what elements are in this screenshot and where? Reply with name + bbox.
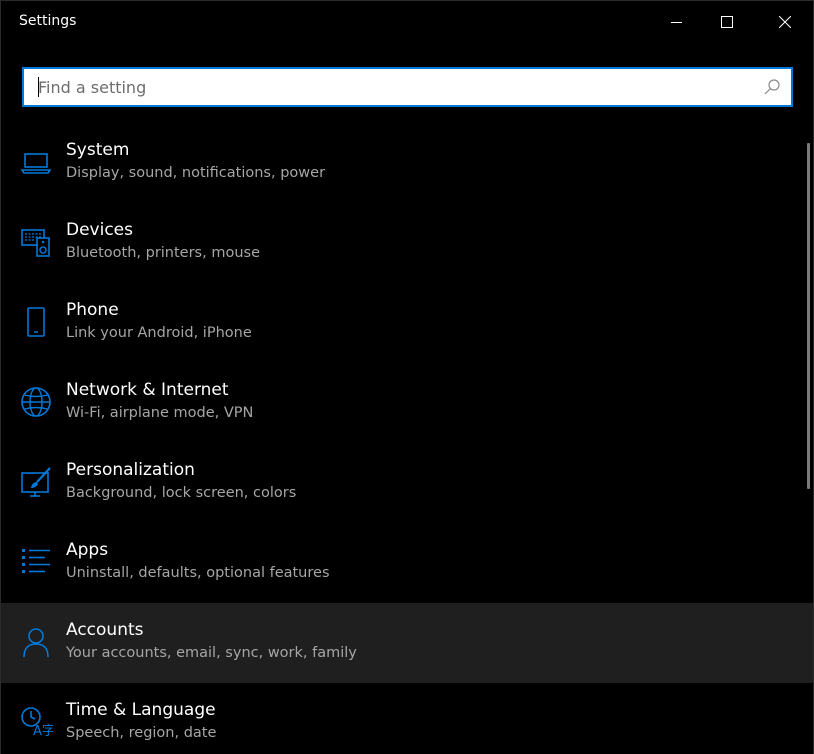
title-bar[interactable]: Settings bbox=[1, 1, 813, 43]
category-description: Link your Android, iPhone bbox=[66, 325, 252, 341]
category-system[interactable]: System Display, sound, notifications, po… bbox=[1, 123, 813, 203]
svg-text:A字: A字 bbox=[33, 724, 53, 739]
search-icon[interactable] bbox=[763, 78, 781, 96]
category-name: Time & Language bbox=[66, 700, 216, 720]
category-name: Personalization bbox=[66, 460, 195, 480]
apps-list-icon bbox=[19, 545, 53, 579]
maximize-icon bbox=[721, 16, 733, 28]
laptop-icon bbox=[19, 145, 53, 179]
settings-window: Settings Find a setting System Display, … bbox=[0, 0, 814, 754]
category-time-language[interactable]: A字 Time & Language Speech, region, date bbox=[1, 683, 813, 754]
category-accounts[interactable]: Accounts Your accounts, email, sync, wor… bbox=[1, 603, 813, 683]
time-language-icon: A字 bbox=[19, 705, 53, 739]
category-apps[interactable]: Apps Uninstall, defaults, optional featu… bbox=[1, 523, 813, 603]
category-description: Wi-Fi, airplane mode, VPN bbox=[66, 405, 254, 421]
paint-icon bbox=[19, 465, 53, 499]
scrollbar-thumb[interactable] bbox=[807, 143, 810, 489]
close-button[interactable] bbox=[757, 1, 813, 43]
category-description: Background, lock screen, colors bbox=[66, 485, 297, 501]
globe-icon bbox=[19, 385, 53, 419]
category-description: Your accounts, email, sync, work, family bbox=[66, 645, 357, 661]
search-input[interactable] bbox=[38, 69, 738, 105]
category-description: Uninstall, defaults, optional features bbox=[66, 565, 330, 581]
window-title: Settings bbox=[19, 13, 77, 29]
devices-icon bbox=[19, 225, 53, 259]
category-network-internet[interactable]: Network & Internet Wi-Fi, airplane mode,… bbox=[1, 363, 813, 443]
category-personalization[interactable]: Personalization Background, lock screen,… bbox=[1, 443, 813, 523]
category-description: Bluetooth, printers, mouse bbox=[66, 245, 260, 261]
phone-icon bbox=[19, 305, 53, 339]
text-cursor bbox=[38, 77, 39, 97]
category-description: Speech, region, date bbox=[66, 725, 217, 741]
category-phone[interactable]: Phone Link your Android, iPhone bbox=[1, 283, 813, 363]
category-devices[interactable]: Devices Bluetooth, printers, mouse bbox=[1, 203, 813, 283]
close-icon bbox=[779, 16, 791, 28]
category-name: System bbox=[66, 140, 130, 160]
category-name: Accounts bbox=[66, 620, 144, 640]
maximize-button[interactable] bbox=[699, 1, 755, 43]
minimize-icon bbox=[671, 16, 683, 28]
person-icon bbox=[19, 625, 53, 659]
category-name: Network & Internet bbox=[66, 380, 229, 400]
category-name: Devices bbox=[66, 220, 133, 240]
minimize-button[interactable] bbox=[649, 1, 705, 43]
category-name: Phone bbox=[66, 300, 119, 320]
category-description: Display, sound, notifications, power bbox=[66, 165, 326, 181]
category-name: Apps bbox=[66, 540, 109, 560]
search-box[interactable] bbox=[22, 67, 793, 107]
